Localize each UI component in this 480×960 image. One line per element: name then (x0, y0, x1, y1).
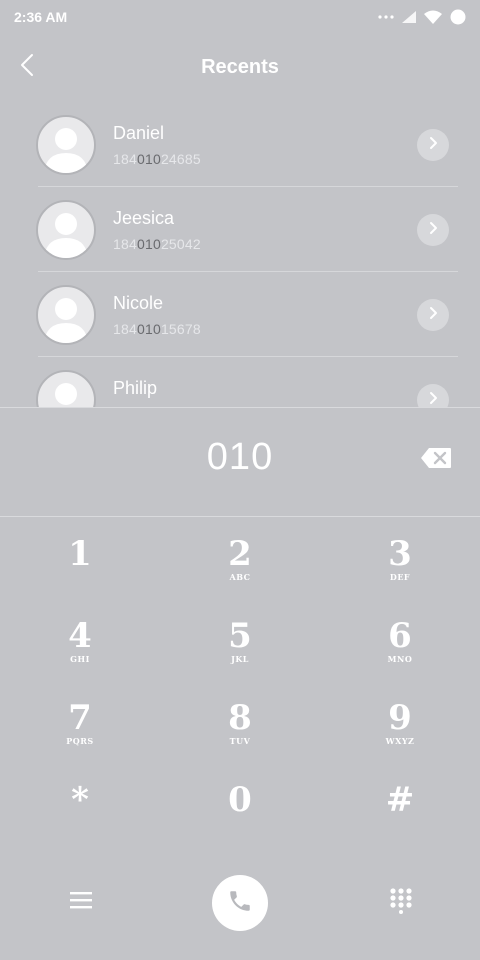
key-digit: 6 (388, 616, 412, 656)
chevron-right-icon (428, 221, 438, 240)
contact-name: Jeesica (113, 208, 175, 228)
contact-row[interactable]: Daniel 18401024685 (36, 102, 458, 187)
keypad-divider (0, 516, 480, 517)
key-letters: JKL (231, 654, 249, 664)
key-digit: # (385, 780, 415, 820)
key-digit: 8 (228, 698, 252, 738)
dialed-number-display[interactable]: 010 (0, 436, 480, 479)
key-2[interactable]: 2 ABC (180, 536, 300, 606)
key-star[interactable]: * (20, 782, 140, 852)
number-match: 010 (136, 151, 161, 167)
backspace-icon (420, 447, 452, 474)
key-digit: 0 (228, 780, 252, 820)
key-4[interactable]: 4 GHI (20, 618, 140, 688)
number-suffix: 24685 (160, 151, 201, 167)
number-prefix: 184 (113, 236, 137, 252)
contact-number: 18401025042 (113, 236, 201, 252)
menu-icon (70, 891, 92, 914)
key-1[interactable]: 1 (20, 536, 140, 606)
number-prefix: 184 (113, 151, 137, 167)
key-digit: 5 (228, 616, 252, 656)
contact-detail-button[interactable] (417, 214, 449, 246)
avatar (36, 285, 96, 345)
number-match: 010 (136, 236, 161, 252)
key-0[interactable]: 0 (180, 782, 300, 852)
key-digit: 3 (388, 534, 412, 574)
contact-row[interactable]: Philip (36, 357, 458, 408)
key-8[interactable]: 8 TUV (180, 700, 300, 770)
dialpad-icon (390, 887, 412, 919)
dialpad-toggle-button[interactable] (386, 887, 416, 919)
key-letters: GHI (70, 654, 90, 664)
number-prefix: 184 (113, 321, 137, 337)
menu-button[interactable] (66, 888, 96, 916)
contact-detail-button[interactable] (417, 299, 449, 331)
call-button[interactable] (212, 875, 268, 931)
key-letters: MNO (387, 654, 413, 664)
signal-icon (402, 11, 416, 23)
dialer-screen: 2:36 AM Recents Daniel 18401024685 Jeesi… (0, 0, 480, 960)
status-bar: 2:36 AM (0, 0, 480, 34)
key-digit: 4 (68, 616, 92, 656)
phone-icon (227, 888, 253, 919)
chevron-right-icon (428, 136, 438, 155)
contact-row[interactable]: Jeesica 18401025042 (36, 187, 458, 272)
key-letters: ABC (229, 572, 251, 582)
key-letters: PQRS (66, 736, 94, 746)
key-letters: DEF (389, 572, 411, 582)
page-title: Recents (201, 56, 279, 78)
contact-number: 18401024685 (113, 151, 201, 167)
contact-detail-button[interactable] (417, 384, 449, 408)
status-time: 2:36 AM (14, 9, 68, 25)
contact-name: Nicole (113, 293, 164, 313)
key-9[interactable]: 9 WXYZ (340, 700, 460, 770)
contact-number: 18401015678 (113, 321, 201, 337)
key-letters: TUV (229, 736, 251, 746)
wifi-icon (424, 10, 442, 24)
contact-row[interactable]: Nicole 18401015678 (36, 272, 458, 357)
panel-divider (0, 407, 480, 408)
status-icons (378, 9, 466, 25)
number-match: 010 (136, 321, 161, 337)
avatar (36, 370, 96, 408)
key-letters: WXYZ (385, 736, 415, 746)
key-hash[interactable]: # (340, 782, 460, 852)
chevron-right-icon (428, 391, 438, 409)
key-digit: * (71, 780, 89, 820)
backspace-button[interactable] (418, 446, 454, 474)
header: Recents (0, 40, 480, 96)
key-digit: 9 (388, 698, 412, 738)
key-digit: 2 (228, 534, 252, 574)
key-5[interactable]: 5 JKL (180, 618, 300, 688)
contact-detail-button[interactable] (417, 129, 449, 161)
key-7[interactable]: 7 PQRS (20, 700, 140, 770)
key-3[interactable]: 3 DEF (340, 536, 460, 606)
number-suffix: 15678 (160, 321, 201, 337)
contact-name: Daniel (113, 123, 165, 143)
contact-name: Philip (113, 378, 158, 398)
key-6[interactable]: 6 MNO (340, 618, 460, 688)
chevron-right-icon (428, 306, 438, 325)
bottom-bar (0, 870, 480, 934)
key-digit: 7 (68, 698, 92, 738)
key-digit: 1 (68, 534, 92, 574)
avatar (36, 115, 96, 175)
number-suffix: 25042 (160, 236, 201, 252)
more-dots-icon (378, 14, 394, 20)
avatar (36, 200, 96, 260)
recents-list[interactable]: Daniel 18401024685 Jeesica 18401025042 N… (0, 102, 480, 408)
battery-icon (450, 9, 466, 25)
